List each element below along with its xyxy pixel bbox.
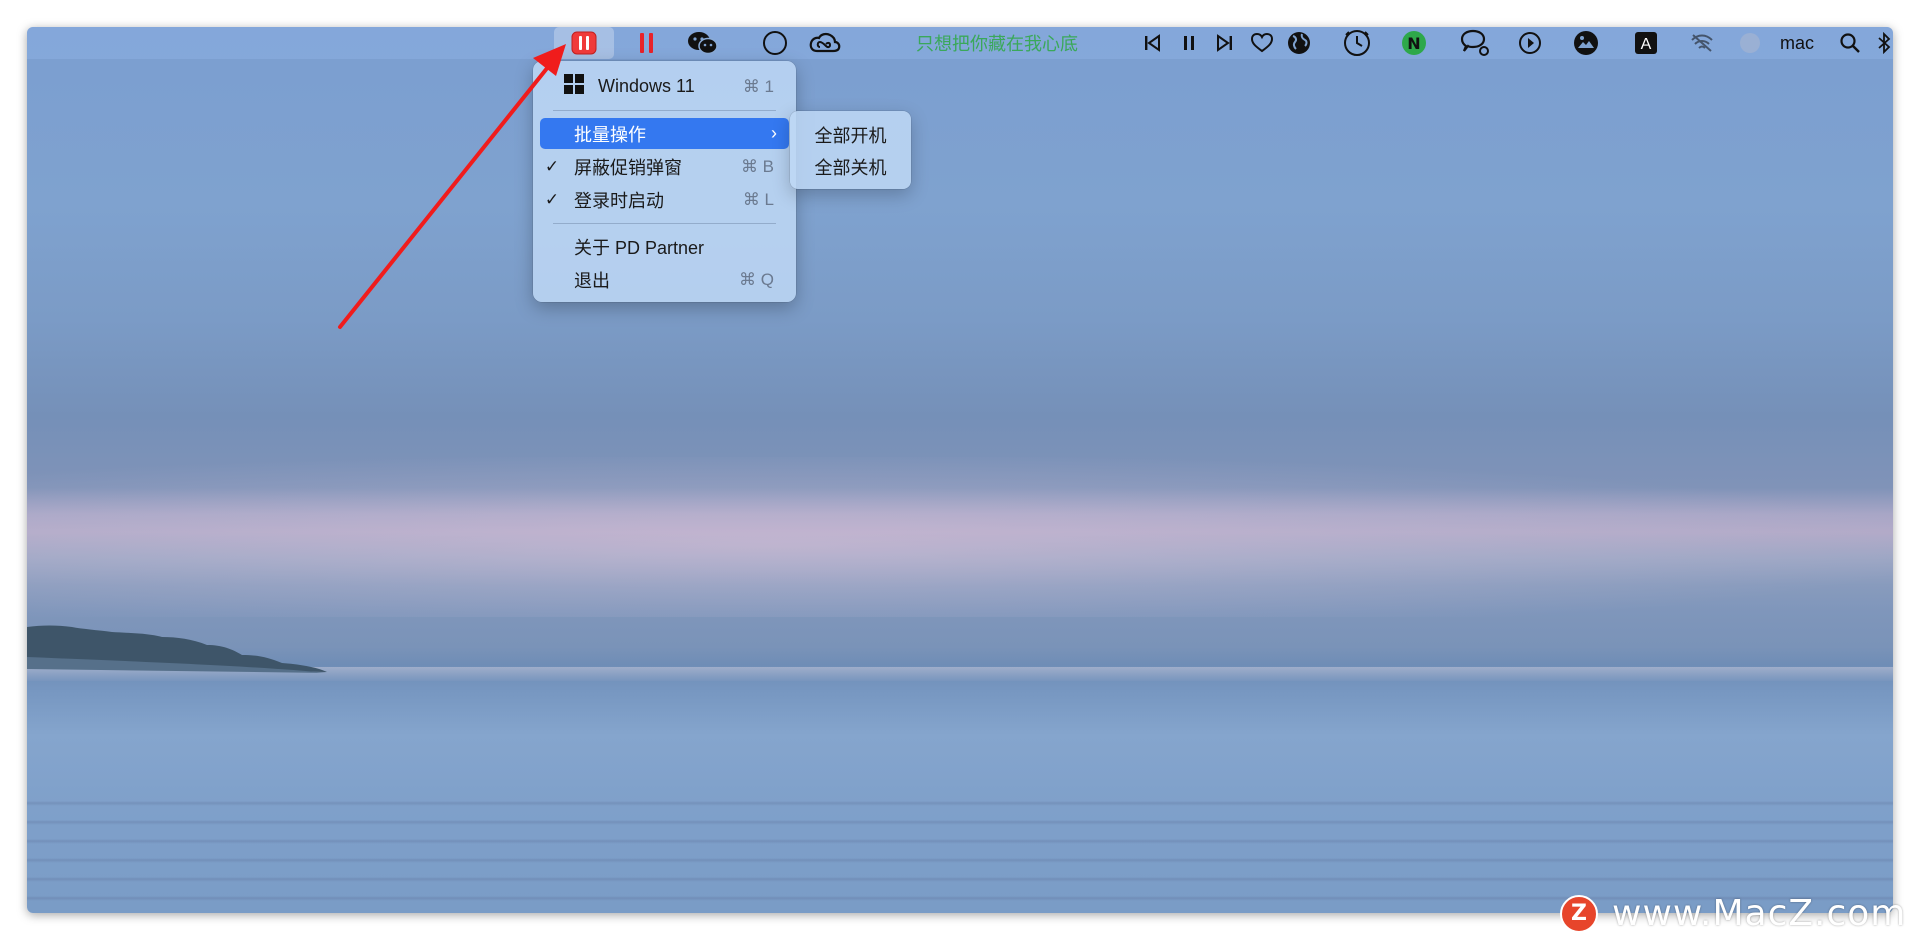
globe-icon[interactable] <box>1284 27 1314 59</box>
clock-icon[interactable] <box>1340 27 1374 59</box>
image-icon[interactable] <box>1569 27 1603 59</box>
menu-item-block-promo-popups[interactable]: ✓ 屏蔽促销弹窗 ⌘ B <box>540 151 789 182</box>
circle-icon[interactable] <box>755 27 795 59</box>
input-method-icon[interactable]: A <box>1631 27 1661 59</box>
pd-partner-icon[interactable] <box>554 27 614 59</box>
creative-cloud-icon[interactable] <box>805 27 845 59</box>
parallels-icon[interactable] <box>627 27 667 59</box>
avatar-icon[interactable] <box>1735 27 1765 59</box>
search-icon[interactable] <box>1835 27 1865 59</box>
windows-icon <box>564 74 584 99</box>
menu-item-shortcut: ⌘ 1 <box>742 76 774 96</box>
menu-separator <box>553 223 776 224</box>
heart-icon[interactable] <box>1247 27 1277 59</box>
menu-bar: 只想把你藏在我心底 N A mac <box>27 27 1893 59</box>
play-icon[interactable] <box>1515 27 1545 59</box>
bluetooth-icon[interactable] <box>1875 27 1893 59</box>
checkmark-icon: ✓ <box>544 189 560 209</box>
wallpaper-island <box>27 625 327 673</box>
pause-icon[interactable] <box>1174 27 1204 59</box>
menu-item-windows-11[interactable]: Windows 11 ⌘ 1 <box>540 71 789 102</box>
menu-item-launch-at-login[interactable]: ✓ 登录时启动 ⌘ L <box>540 184 789 215</box>
chat-bubble-icon[interactable] <box>1457 27 1493 59</box>
wechat-icon[interactable] <box>683 27 723 59</box>
menu-separator <box>553 110 776 111</box>
now-playing-title[interactable]: 只想把你藏在我心底 <box>887 27 1107 59</box>
menu-item-label: 批量操作 <box>574 124 646 145</box>
watermark-text: www.MacZ.com <box>1612 893 1907 934</box>
menu-item-label: Windows 11 <box>598 76 695 96</box>
watermark: Z www.MacZ.com <box>1560 893 1906 934</box>
submenu-item-start-all[interactable]: 全部开机 <box>790 119 911 150</box>
batch-operations-submenu: 全部开机 全部关机 <box>790 111 911 189</box>
menu-item-label: 关于 PD Partner <box>574 237 705 258</box>
chevron-right-icon: › <box>771 123 777 143</box>
next-track-icon[interactable] <box>1210 27 1240 59</box>
menu-item-batch-operations[interactable]: 批量操作 › <box>540 118 789 149</box>
menu-item-shortcut: ⌘ B <box>740 156 774 176</box>
input-method-letter: A <box>1641 36 1652 53</box>
pd-partner-menu: Windows 11 ⌘ 1 批量操作 › ✓ 屏蔽促销弹窗 ⌘ B ✓ 登录时… <box>533 61 796 302</box>
menu-item-shortcut: ⌘ L <box>742 189 774 209</box>
desktop: 只想把你藏在我心底 N A mac <box>27 27 1893 913</box>
previous-track-icon[interactable] <box>1137 27 1167 59</box>
menu-item-label: 屏蔽促销弹窗 <box>574 157 682 178</box>
menu-item-label: 登录时启动 <box>574 190 664 211</box>
n-app-icon[interactable]: N <box>1397 27 1431 59</box>
wifi-icon[interactable] <box>1685 27 1719 59</box>
user-name[interactable]: mac <box>1772 27 1822 59</box>
submenu-item-shutdown-all[interactable]: 全部关机 <box>790 151 911 182</box>
menu-item-shortcut: ⌘ Q <box>739 269 774 289</box>
n-app-letter: N <box>1407 34 1420 53</box>
menu-item-label: 退出 <box>574 270 610 291</box>
menu-item-about[interactable]: 关于 PD Partner <box>540 231 789 262</box>
checkmark-icon: ✓ <box>544 156 560 176</box>
menu-item-quit[interactable]: 退出 ⌘ Q <box>540 264 789 295</box>
watermark-logo: Z <box>1560 894 1598 933</box>
